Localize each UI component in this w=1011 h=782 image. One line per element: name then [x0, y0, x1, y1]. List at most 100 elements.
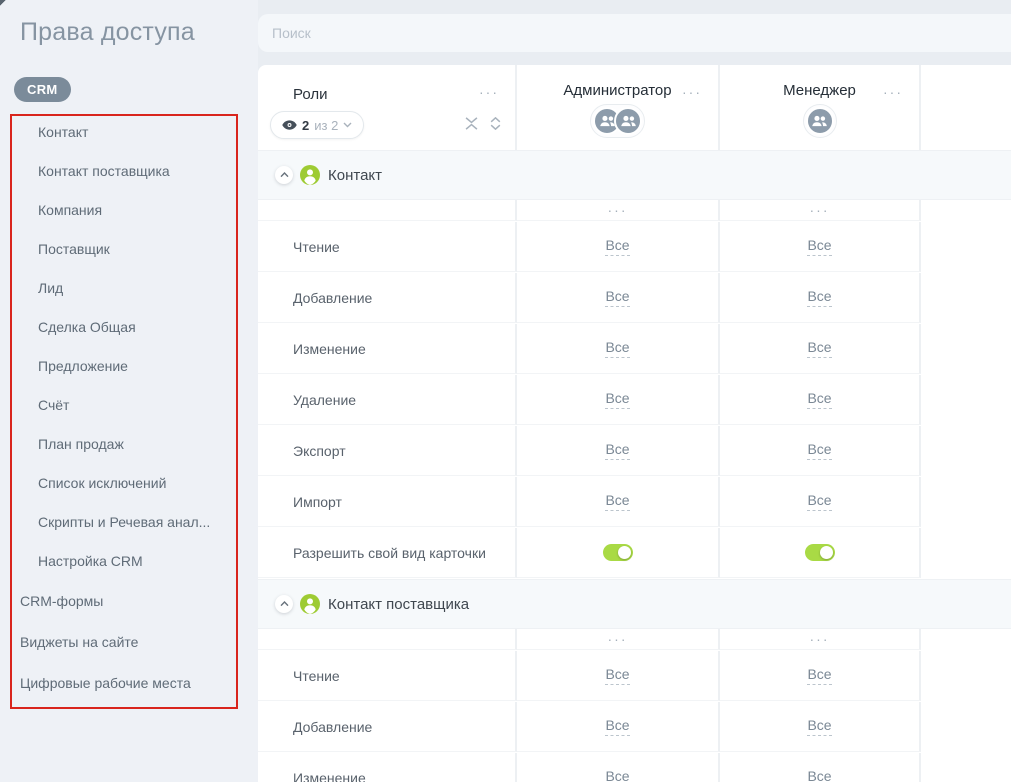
table-row: Чтение Все Все: [258, 651, 1011, 702]
filter-total-label: из 2: [314, 118, 338, 133]
roles-menu-button[interactable]: ···: [479, 87, 499, 97]
table-row: Удаление Все Все: [258, 375, 1011, 426]
permission-label: Изменение: [293, 770, 366, 782]
entity-person-icon: [300, 165, 320, 185]
sidebar-item[interactable]: Виджеты на сайте: [0, 621, 258, 662]
chevron-up-icon: [280, 601, 289, 607]
permission-value-link[interactable]: Все: [605, 390, 629, 409]
section-header: Контакт поставщика: [258, 579, 1011, 629]
permission-value-link[interactable]: Все: [807, 390, 831, 409]
role-menu-button[interactable]: ···: [883, 87, 903, 97]
sidebar-item[interactable]: Контакт: [0, 112, 258, 151]
section-subrow: ··· ···: [258, 629, 1011, 651]
column-menu-button[interactable]: ···: [608, 205, 628, 215]
sidebar-item[interactable]: Компания: [0, 190, 258, 229]
section-title: Контакт: [328, 167, 382, 184]
roles-title: Роли: [293, 86, 328, 103]
chevron-up-icon: [280, 172, 289, 178]
section-header: Контакт: [258, 150, 1011, 200]
permission-toggle[interactable]: [603, 544, 633, 561]
permission-label: Импорт: [293, 494, 342, 510]
role-menu-button[interactable]: ···: [682, 87, 702, 97]
permission-value-link[interactable]: Все: [605, 768, 629, 782]
roles-column-header: Роли ··· 2 из 2: [258, 65, 517, 150]
permission-label: Добавление: [293, 719, 372, 735]
sidebar: Права доступа CRM КонтактКонтакт поставщ…: [0, 0, 258, 782]
sidebar-item[interactable]: Контакт поставщика: [0, 151, 258, 190]
table-row: Экспорт Все Все: [258, 426, 1011, 477]
permission-toggle[interactable]: [805, 544, 835, 561]
permission-value-link[interactable]: Все: [605, 717, 629, 736]
column-menu-button[interactable]: ···: [608, 634, 628, 644]
section-subrow: ··· ···: [258, 200, 1011, 222]
permission-label: Чтение: [293, 668, 340, 684]
column-menu-button[interactable]: ···: [810, 205, 830, 215]
sidebar-root-list: CRM-формыВиджеты на сайтеЦифровые рабочи…: [0, 580, 258, 703]
column-menu-button[interactable]: ···: [810, 634, 830, 644]
role-members-avatars[interactable]: [590, 104, 645, 138]
grid-header: Роли ··· 2 из 2: [258, 65, 1011, 150]
table-row: Изменение Все Все: [258, 324, 1011, 375]
sidebar-item[interactable]: Счёт: [0, 385, 258, 424]
permission-label: Экспорт: [293, 443, 346, 459]
role-members-avatars[interactable]: [803, 104, 837, 138]
collapse-section-button[interactable]: [275, 595, 293, 613]
permission-value-link[interactable]: Все: [605, 288, 629, 307]
permission-label: Удаление: [293, 392, 356, 408]
permission-value-link[interactable]: Все: [807, 237, 831, 256]
section-title: Контакт поставщика: [328, 596, 469, 613]
grid-view-controls: [465, 117, 501, 130]
sidebar-item[interactable]: Список исключений: [0, 463, 258, 502]
table-row: Добавление Все Все: [258, 702, 1011, 753]
permission-value-link[interactable]: Все: [605, 237, 629, 256]
table-row: Импорт Все Все: [258, 477, 1011, 528]
users-group-icon: [614, 107, 642, 135]
permission-value-link[interactable]: Все: [807, 492, 831, 511]
permission-value-link[interactable]: Все: [605, 666, 629, 685]
table-row: ЧтениеВсеВсе: [258, 222, 1011, 273]
permission-value-link[interactable]: Все: [605, 492, 629, 511]
permission-value-link[interactable]: Все: [605, 441, 629, 460]
collapse-all-icon[interactable]: [465, 117, 478, 130]
permission-label: Изменение: [293, 341, 366, 357]
users-group-icon: [806, 107, 834, 135]
sidebar-item[interactable]: Скрипты и Речевая анал...: [0, 502, 258, 541]
corner-mark: [0, 0, 10, 10]
crm-badge: CRM: [14, 77, 71, 102]
toggle-knob: [820, 546, 833, 559]
sidebar-item[interactable]: План продаж: [0, 424, 258, 463]
permission-value-link[interactable]: Все: [807, 441, 831, 460]
page-title: Права доступа: [20, 18, 195, 47]
entity-person-icon: [300, 594, 320, 614]
table-row: Добавление Все Все: [258, 273, 1011, 324]
permission-value-link[interactable]: Все: [807, 288, 831, 307]
role-column-administrator: Администратор ···: [517, 65, 720, 150]
permissions-grid: Роли ··· 2 из 2: [258, 65, 1011, 782]
roles-filter-button[interactable]: 2 из 2: [270, 111, 364, 139]
sidebar-item[interactable]: Сделка Общая: [0, 307, 258, 346]
grid-sections: Контакт ··· ··· Чтение Все Все Добавление Все Вс…: [258, 150, 1011, 782]
sidebar-crm-list: КонтактКонтакт поставщикаКомпанияПоставщ…: [0, 112, 258, 580]
filter-visible-count: 2: [302, 118, 309, 133]
expand-all-icon[interactable]: [490, 117, 501, 130]
collapse-section-button[interactable]: [275, 166, 293, 184]
chevron-down-icon: [343, 122, 352, 128]
sidebar-item[interactable]: Цифровые рабочие места: [0, 662, 258, 703]
permission-label: Добавление: [293, 290, 372, 306]
permission-value-link[interactable]: Все: [807, 339, 831, 358]
main-area: Роли ··· 2 из 2: [258, 0, 1011, 782]
permission-value-link[interactable]: Все: [807, 666, 831, 685]
sidebar-item[interactable]: Поставщик: [0, 229, 258, 268]
eye-icon: [282, 120, 297, 130]
table-row: Разрешить свой вид карточки: [258, 528, 1011, 579]
sidebar-item[interactable]: Предложение: [0, 346, 258, 385]
sidebar-item[interactable]: CRM-формы: [0, 580, 258, 621]
sidebar-item[interactable]: Лид: [0, 268, 258, 307]
permission-value-link[interactable]: Все: [605, 339, 629, 358]
permission-value-link[interactable]: Все: [807, 768, 831, 782]
search-input[interactable]: [258, 14, 1011, 52]
table-row: Изменение Все Все: [258, 753, 1011, 782]
sidebar-item[interactable]: Настройка CRM: [0, 541, 258, 580]
permission-value-link[interactable]: Все: [807, 717, 831, 736]
role-column-manager: Менеджер ···: [720, 65, 921, 150]
